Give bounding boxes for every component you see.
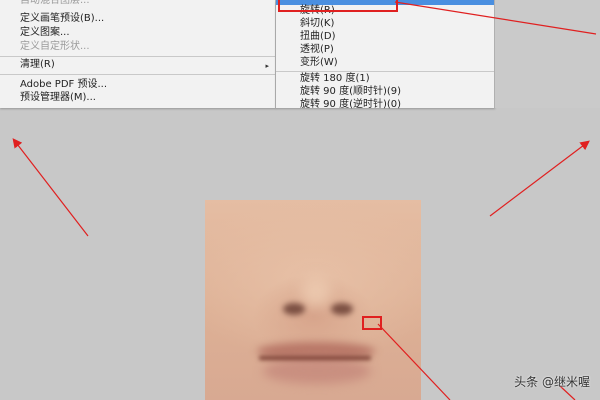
arrow-upper-right xyxy=(489,140,590,217)
arrow-bottom xyxy=(377,323,451,400)
arrow-top-right xyxy=(394,1,597,35)
arrow-upper-left xyxy=(12,138,89,237)
annotation-arrows xyxy=(12,1,597,400)
watermark: 头条 @继米喔 xyxy=(514,375,590,389)
